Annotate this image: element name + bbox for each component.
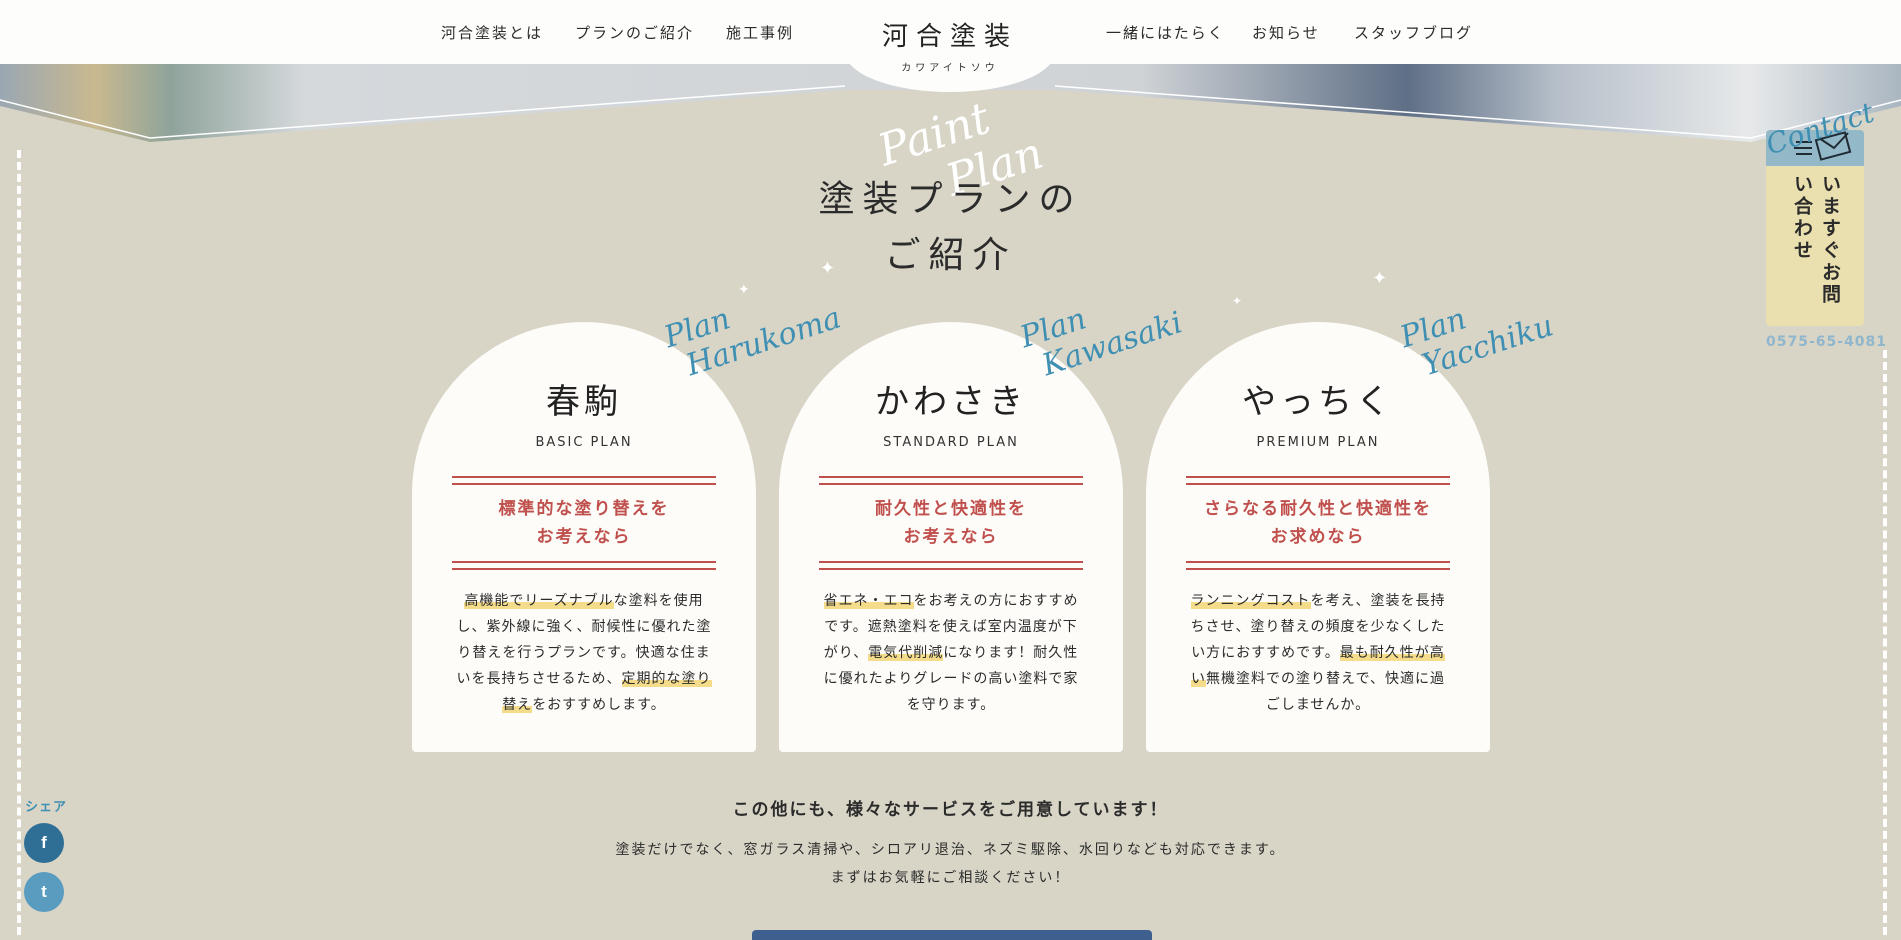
- double-rule: [1186, 561, 1450, 570]
- other-services-heading: この他にも、様々なサービスをご用意しています！: [732, 800, 1169, 820]
- plan-card-basic[interactable]: 春駒 BASIC PLAN 標準的な塗り替えを お考えなら 高機能でリーズナブル…: [412, 322, 756, 752]
- site-logo[interactable]: 河合塗装 カワアイトソウ: [845, 0, 1055, 92]
- nav-blog[interactable]: スタッフブログ: [1354, 22, 1473, 43]
- contact-label: いますぐお問い合わせ: [1791, 174, 1841, 306]
- plan-tagline: 標準的な塗り替えを お考えなら: [412, 495, 756, 551]
- highlight-text: 高機能でリーズナブル: [464, 593, 614, 609]
- plan-card-premium[interactable]: やっちく PREMIUM PLAN さらなる耐久性と快適性を お求めなら ランニ…: [1146, 322, 1490, 752]
- plan-description: ランニングコストを考え、塗装を長持ちさせ、塗り替えの頻度を少なくしたい方におすす…: [1184, 588, 1452, 718]
- nav-news[interactable]: お知らせ: [1252, 22, 1320, 43]
- double-rule: [452, 476, 716, 485]
- section-title-line1: 塗装プランの: [818, 179, 1083, 220]
- nav-works[interactable]: 施工事例: [726, 22, 794, 43]
- plan-tagline-line1: 耐久性と快適性を: [875, 499, 1027, 519]
- plan-label: PREMIUM PLAN: [1256, 435, 1380, 450]
- sparkle-icon: ✦: [1372, 268, 1388, 289]
- cta-button[interactable]: [752, 930, 1152, 940]
- nav-recruit[interactable]: 一緒にはたらく: [1106, 22, 1225, 43]
- plan-description: 省エネ・エコをお考えの方におすすめです。遮熱塗料を使えば室内温度が下がり、電気代…: [817, 588, 1085, 718]
- plan-tagline: 耐久性と快適性を お考えなら: [779, 495, 1123, 551]
- nav-about[interactable]: 河合塗装とは: [441, 22, 543, 43]
- plan-label: STANDARD PLAN: [883, 435, 1019, 450]
- plan-tagline-line1: さらなる耐久性と快適性を: [1204, 499, 1432, 519]
- logo-main-text: 河合塗装: [881, 22, 1018, 52]
- other-services-line1: 塗装だけでなく、窓ガラス清掃や、シロアリ退治、ネズミ駆除、水回りなども対応できま…: [615, 842, 1286, 858]
- plan-tagline: さらなる耐久性と快適性を お求めなら: [1146, 495, 1490, 551]
- double-rule: [1186, 476, 1450, 485]
- section-title: 塗装プランの ご紹介: [0, 172, 1901, 284]
- plan-name: やっちく: [1242, 382, 1394, 422]
- other-services-line2: まずはお気軽にご相談ください！: [830, 870, 1071, 886]
- plan-tagline-line2: お求めなら: [1270, 527, 1366, 547]
- plan-description: 高機能でリーズナブルな塗料を使用し、紫外線に強く、耐候性に優れた塗り替えを行うプ…: [450, 588, 718, 718]
- plan-name: 春駒: [546, 382, 622, 422]
- highlight-text: 電気代削減: [868, 645, 944, 661]
- plan-name: かわさき: [875, 382, 1027, 422]
- contact-phone[interactable]: 0575-65-4081: [1766, 334, 1887, 350]
- double-rule: [819, 561, 1083, 570]
- plan-tagline-line2: お考えなら: [903, 527, 999, 547]
- nav-plans[interactable]: プランのご紹介: [575, 22, 694, 43]
- sparkle-icon: ✦: [738, 282, 750, 298]
- highlight-text: ランニングコスト: [1190, 593, 1311, 609]
- sparkle-icon: ✦: [1232, 294, 1243, 308]
- double-rule: [819, 476, 1083, 485]
- logo-sub-text: カワアイトソウ: [901, 63, 999, 74]
- plan-label: BASIC PLAN: [535, 435, 633, 450]
- other-services-text: 塗装だけでなく、窓ガラス清掃や、シロアリ退治、ネズミ駆除、水回りなども対応できま…: [0, 836, 1901, 892]
- section-title-line2: ご紹介: [884, 235, 1017, 276]
- body-text: をおすすめします。: [532, 697, 666, 713]
- plan-tagline-line2: お考えなら: [536, 527, 632, 547]
- contact-tab[interactable]: いますぐお問い合わせ: [1766, 130, 1864, 326]
- highlight-text: 省エネ・エコ: [823, 593, 914, 609]
- body-text: 無機塗料での塗り替えで、快適に過ごしませんか。: [1205, 671, 1446, 713]
- sparkle-icon: ✦: [820, 258, 836, 279]
- plan-tagline-line1: 標準的な塗り替えを: [498, 499, 670, 519]
- double-rule: [452, 561, 716, 570]
- plan-card-standard[interactable]: かわさき STANDARD PLAN 耐久性と快適性を お考えなら 省エネ・エコ…: [779, 322, 1123, 752]
